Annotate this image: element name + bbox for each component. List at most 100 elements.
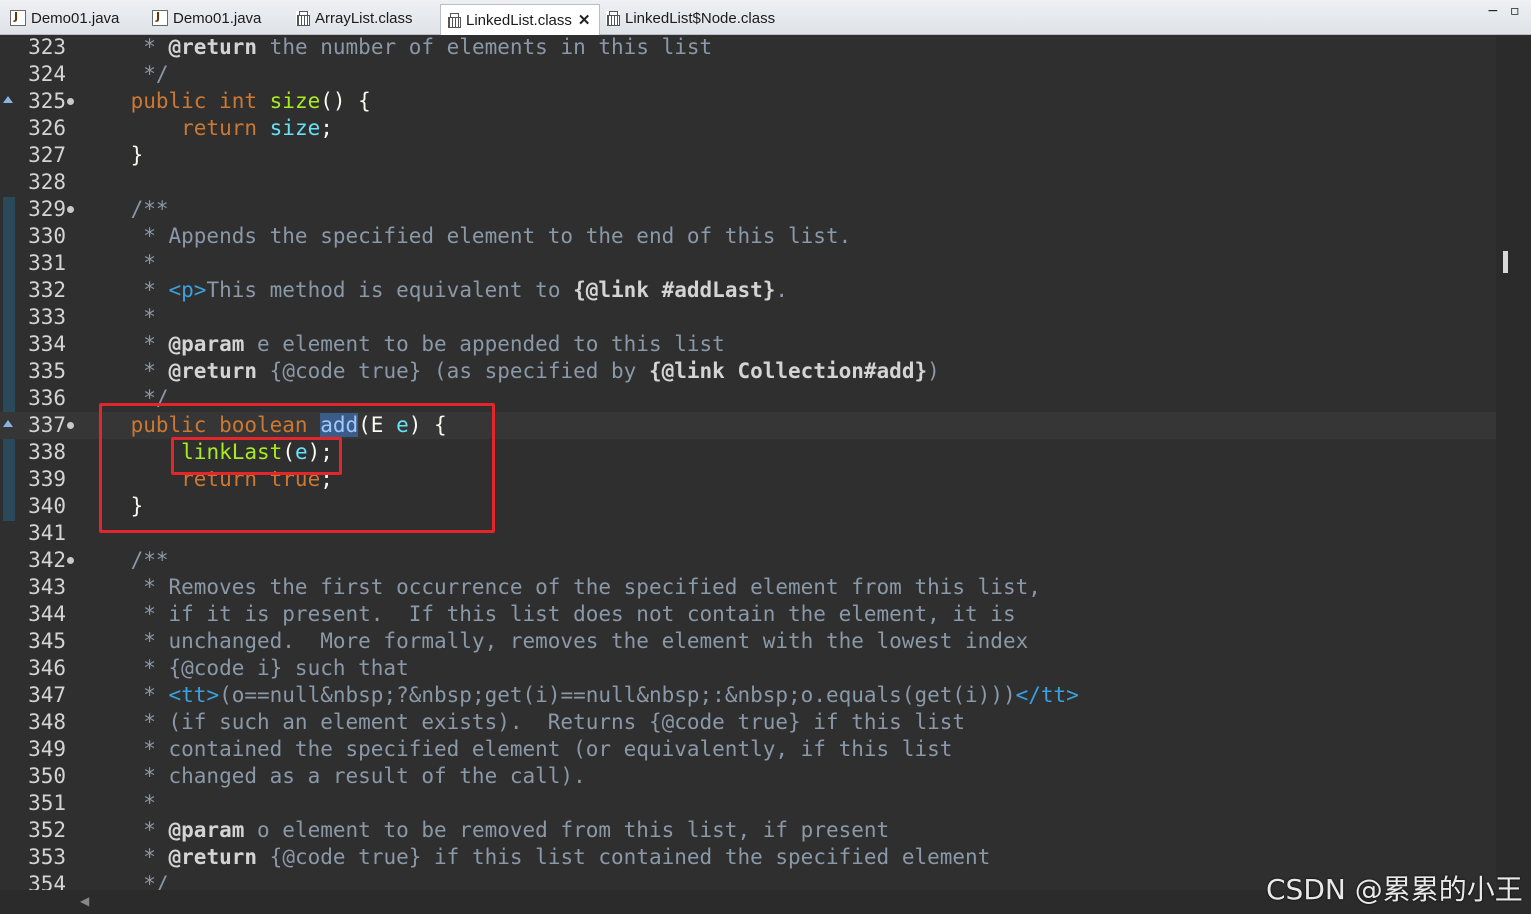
line-number: 348 (28, 710, 66, 734)
code-text[interactable]: * contained the specified element (or eq… (80, 736, 952, 763)
code-text[interactable]: * changed as a result of the call). (80, 763, 586, 790)
tab-linkedlist-node-class[interactable]: LinkedList$Node.class (600, 5, 775, 31)
code-line[interactable]: 352 * @param o element to be removed fro… (0, 817, 1496, 844)
code-line[interactable]: 335 * @return {@code true} (as specified… (0, 358, 1496, 385)
code-text[interactable]: * Appends the specified element to the e… (80, 223, 851, 250)
code-token: {@link #addLast} (573, 278, 776, 302)
code-text[interactable]: * @return {@code true} (as specified by … (80, 358, 940, 385)
code-token: * (80, 251, 156, 275)
scrollbar-thumb[interactable] (1503, 251, 1508, 273)
code-line[interactable]: 328 (0, 169, 1496, 196)
code-line[interactable]: 343 * Removes the first occurrence of th… (0, 574, 1496, 601)
code-line[interactable]: 327 } (0, 142, 1496, 169)
code-token: ) (927, 359, 940, 383)
tab-demo01-java-1[interactable]: Demo01.java (4, 5, 119, 31)
close-icon[interactable]: ✕ (578, 11, 591, 29)
code-line[interactable]: 332 * <p>This method is equivalent to {@… (0, 277, 1496, 304)
code-text[interactable]: * (80, 790, 156, 817)
code-text[interactable]: /** (80, 196, 169, 223)
line-number: 343 (28, 575, 66, 599)
code-text[interactable]: * if it is present. If this list does no… (80, 601, 1015, 628)
class-file-icon (447, 13, 461, 28)
code-line[interactable]: 346 * {@code i} such that (0, 655, 1496, 682)
code-token: @return (168, 359, 258, 383)
fold-toggle-icon[interactable] (67, 422, 74, 429)
java-file-icon (10, 10, 26, 26)
code-line[interactable]: 351 * (0, 790, 1496, 817)
code-line[interactable]: 334 * @param e element to be appended to… (0, 331, 1496, 358)
code-text[interactable]: * @param e element to be appended to thi… (80, 331, 725, 358)
code-text[interactable]: } (80, 142, 144, 169)
code-line[interactable]: 348 * (if such an element exists). Retur… (0, 709, 1496, 736)
tab-arraylist-class[interactable]: ArrayList.class (290, 5, 413, 31)
code-token: the number of elements in this list (257, 35, 713, 59)
code-line[interactable]: 323 * @return the number of elements in … (0, 35, 1496, 61)
code-text[interactable]: * @return the number of elements in this… (80, 35, 712, 61)
code-line[interactable]: 342 /** (0, 547, 1496, 574)
code-token: {@code true} (as specified by (257, 359, 649, 383)
code-text[interactable]: */ (80, 871, 168, 890)
code-text[interactable]: * unchanged. More formally, removes the … (80, 628, 1028, 655)
code-token: <p> (168, 278, 207, 302)
code-text[interactable]: * {@code i} such that (80, 655, 409, 682)
line-number: 331 (28, 251, 66, 275)
code-token: * {@code i} such that (80, 656, 409, 680)
code-text[interactable]: * <p>This method is equivalent to {@link… (80, 277, 788, 304)
code-text[interactable]: * (if such an element exists). Returns {… (80, 709, 965, 736)
code-token: * (80, 278, 169, 302)
code-text[interactable]: public int size() { (80, 88, 371, 115)
editor-tab-bar: Demo01.java Demo01.java ArrayList.class … (0, 0, 1531, 35)
maximize-icon[interactable]: ▫ (1510, 3, 1520, 19)
tab-linkedlist-class[interactable]: LinkedList.class ✕ (440, 4, 600, 35)
code-line[interactable]: 329 /** (0, 196, 1496, 223)
code-text[interactable]: * (80, 250, 156, 277)
code-line[interactable]: 325 public int size() { (0, 88, 1496, 115)
line-number: 324 (28, 62, 66, 86)
code-text[interactable]: * Removes the first occurrence of the sp… (80, 574, 1041, 601)
tab-demo01-java-2[interactable]: Demo01.java (146, 5, 261, 31)
code-text[interactable]: return size; (80, 115, 333, 142)
code-line[interactable]: 324 */ (0, 61, 1496, 88)
code-token: * changed as a result of the call). (80, 764, 586, 788)
line-number: 345 (28, 629, 66, 653)
code-text[interactable]: */ (80, 61, 168, 88)
line-number: 342 (28, 548, 66, 572)
line-number: 326 (28, 116, 66, 140)
minimize-icon[interactable]: − (1487, 3, 1499, 19)
code-line[interactable]: 353 * @return {@code true} if this list … (0, 844, 1496, 871)
code-text[interactable]: /** (80, 547, 169, 574)
vertical-scrollbar[interactable] (1496, 35, 1531, 890)
watermark: CSDN @累累的小王 (1266, 873, 1523, 906)
fold-toggle-icon[interactable] (67, 206, 74, 213)
line-number: 323 (28, 35, 66, 59)
code-line[interactable]: 345 * unchanged. More formally, removes … (0, 628, 1496, 655)
code-text[interactable]: * @return {@code true} if this list cont… (80, 844, 990, 871)
code-token: @param (168, 332, 245, 356)
code-token: (o==null&nbsp;?&nbsp;get(i)==null&nbsp;:… (219, 683, 1016, 707)
code-token: return (80, 116, 270, 140)
scroll-left-arrow-icon[interactable]: ◀ (80, 894, 89, 908)
line-number: 344 (28, 602, 66, 626)
line-number: 352 (28, 818, 66, 842)
code-token: * contained the specified element (or eq… (80, 737, 953, 761)
code-text[interactable]: * @param o element to be removed from th… (80, 817, 889, 844)
code-line[interactable]: 330 * Appends the specified element to t… (0, 223, 1496, 250)
line-number: 340 (28, 494, 66, 518)
fold-toggle-icon[interactable] (67, 98, 74, 105)
code-line[interactable]: 344 * if it is present. If this list doe… (0, 601, 1496, 628)
line-number: 325 (28, 89, 66, 113)
code-token: </tt> (1015, 683, 1079, 707)
code-line[interactable]: 326 return size; (0, 115, 1496, 142)
code-line[interactable]: 331 * (0, 250, 1496, 277)
code-line[interactable]: 347 * <tt>(o==null&nbsp;?&nbsp;get(i)==n… (0, 682, 1496, 709)
line-number: 337 (28, 413, 66, 437)
code-line[interactable]: 333 * (0, 304, 1496, 331)
code-line[interactable]: 349 * contained the specified element (o… (0, 736, 1496, 763)
line-number: 336 (28, 386, 66, 410)
code-text[interactable]: * <tt>(o==null&nbsp;?&nbsp;get(i)==null&… (80, 682, 1079, 709)
code-token: * (80, 359, 169, 383)
fold-toggle-icon[interactable] (67, 557, 74, 564)
code-text[interactable]: * (80, 304, 156, 331)
code-line[interactable]: 350 * changed as a result of the call). (0, 763, 1496, 790)
tab-label: Demo01.java (173, 9, 262, 27)
